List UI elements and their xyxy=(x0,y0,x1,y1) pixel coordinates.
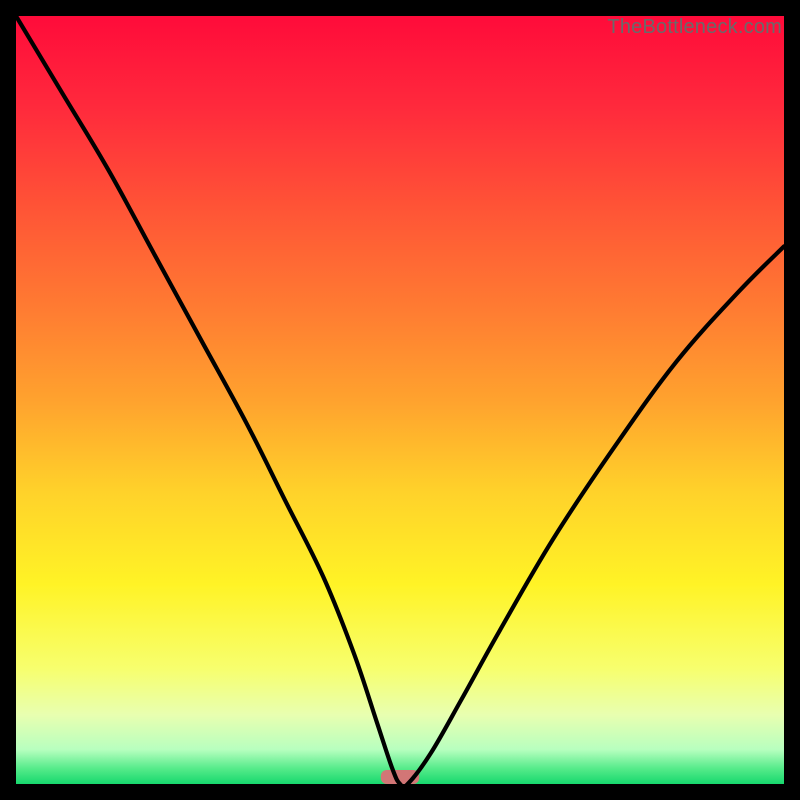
chart-frame: TheBottleneck.com xyxy=(16,16,784,784)
bottleneck-chart xyxy=(16,16,784,784)
watermark-text: TheBottleneck.com xyxy=(607,16,782,39)
gradient-background xyxy=(16,16,784,784)
